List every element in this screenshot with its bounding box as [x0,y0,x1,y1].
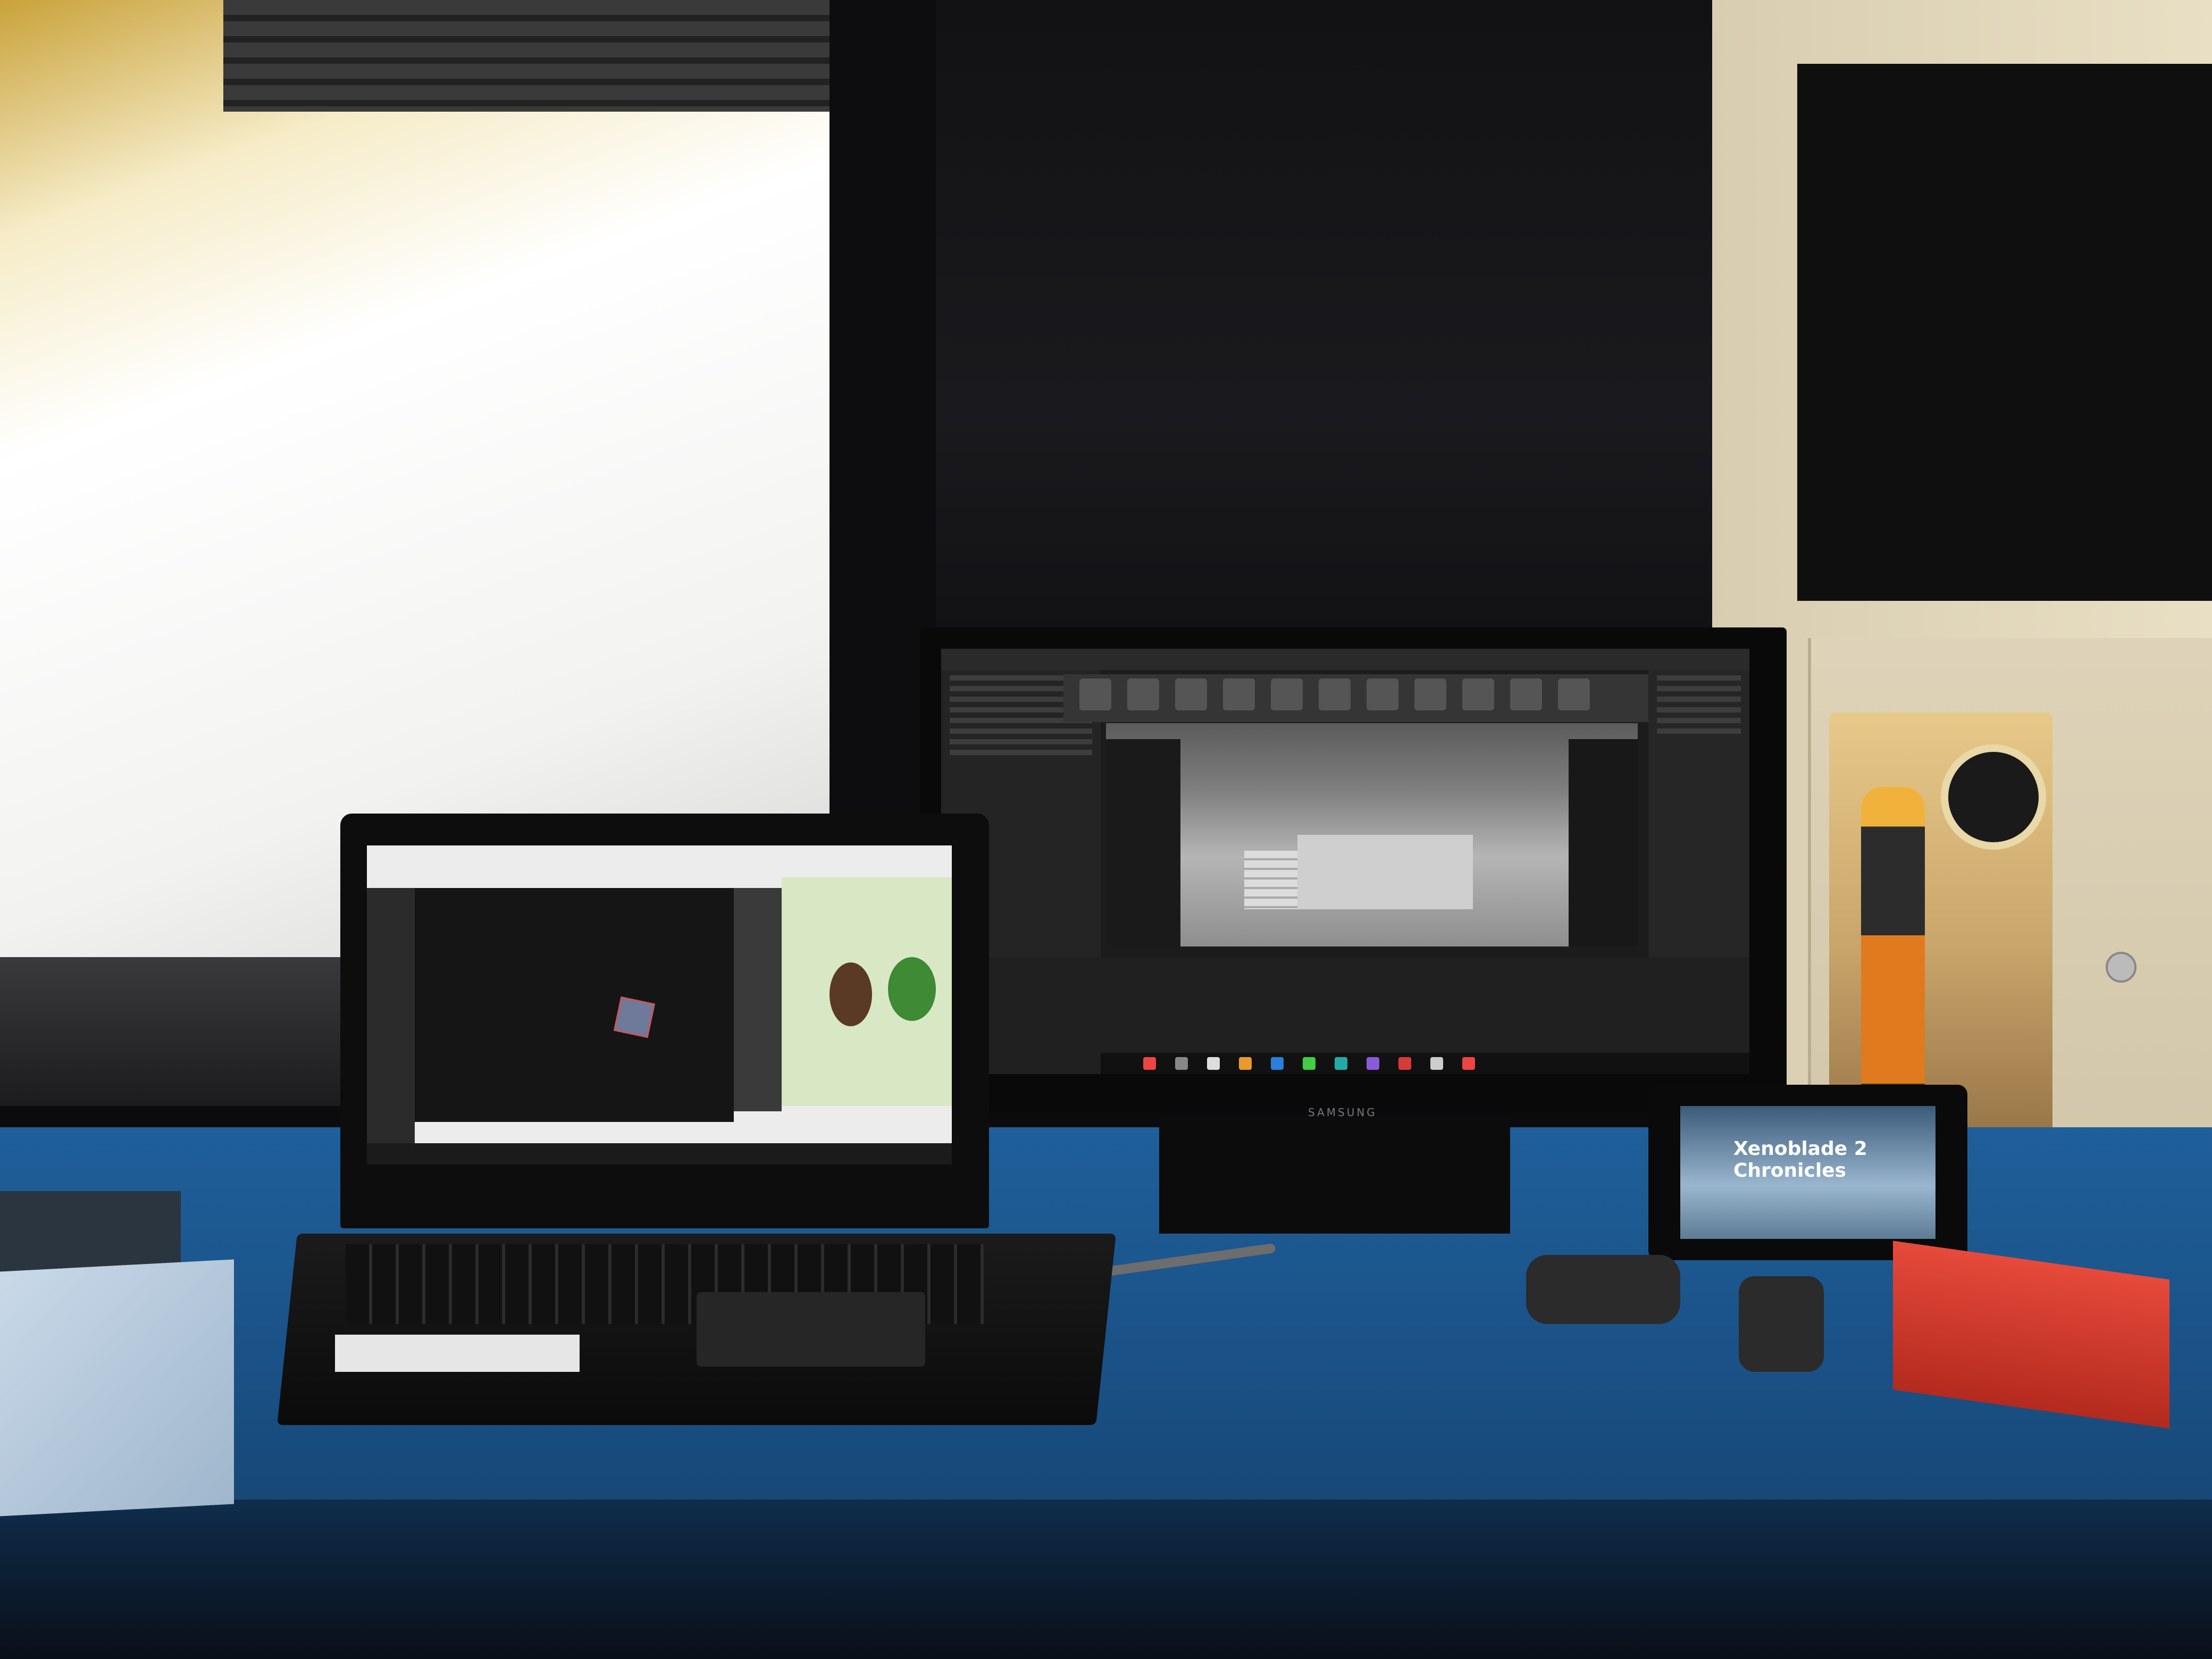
list-item [1657,697,1741,702]
editor-sidebar [367,888,415,1143]
taskbar-icon [1271,1057,1284,1070]
taskbar-icon [1239,1057,1252,1070]
toolbar-icon [1462,678,1494,710]
laptop-bezel [367,1164,952,1202]
toolbar-icon [1271,678,1303,710]
list-item [1657,707,1741,713]
editor-properties [734,888,782,1111]
monitor-screen [941,649,1749,1074]
taskbar-icon [1175,1057,1188,1070]
cube-object [613,996,656,1038]
editor-menubar [941,649,1749,670]
list-item [1657,675,1741,681]
viewport-wall [1106,739,1180,946]
taskbar-icon [1367,1057,1379,1070]
poster-character [1861,787,1925,1117]
tree-sprite [888,957,936,1021]
taskbar-icon [1398,1057,1411,1070]
list-item [1657,728,1741,734]
game-title: Xenoblade 2 Chronicles [1733,1138,1867,1182]
taskbar-icon [1335,1057,1347,1070]
editor-toolbar [1063,674,1648,722]
shelf-cubby [1797,64,2212,601]
controller [1526,1255,1680,1324]
monitor-taskbar [1101,1053,1749,1074]
taskbar-icon [1207,1057,1220,1070]
editor-right-panel [1648,670,1749,989]
monitor-stand [1159,1117,1510,1234]
toolbar-icon [1127,678,1159,710]
taskbar-icon [1303,1057,1316,1070]
laptop-stickers [335,1335,580,1372]
list-item [1657,686,1741,691]
list-item [950,739,1092,744]
laptop-screen [367,845,952,1202]
taskbar-icon [1430,1057,1443,1070]
list-item [950,728,1092,734]
tree-sprite [830,962,872,1026]
laptop-touchpad [697,1292,925,1367]
toolbar-icon [1367,678,1398,710]
list-item [950,750,1092,755]
monitor-brand: SAMSUNG [1308,1106,1377,1119]
window-blind [223,0,845,112]
toolbar-icon [1319,678,1351,710]
list-item [1657,718,1741,723]
desk-edge [0,1499,2212,1659]
cabinet-knob [2106,952,2136,983]
dark-wall [830,0,1765,691]
toolbar-icon [1558,678,1590,710]
laptop-taskbar [367,1143,952,1164]
toolbar-icon [1223,678,1255,710]
toolbar-icon [1079,678,1111,710]
toolbar-icon [1175,678,1207,710]
viewport-wall [1569,739,1638,946]
3d-viewport [1106,723,1638,946]
toolbar-icon [1510,678,1542,710]
taskbar-icon [1462,1057,1475,1070]
controller [1739,1276,1824,1372]
plastic-sleeves [0,1259,234,1516]
laptop-viewport [415,888,734,1122]
poster-emblem [1941,744,2046,850]
toolbar-icon [1414,678,1446,710]
taskbar-icon [1143,1057,1156,1070]
viewport-block [1297,835,1473,909]
